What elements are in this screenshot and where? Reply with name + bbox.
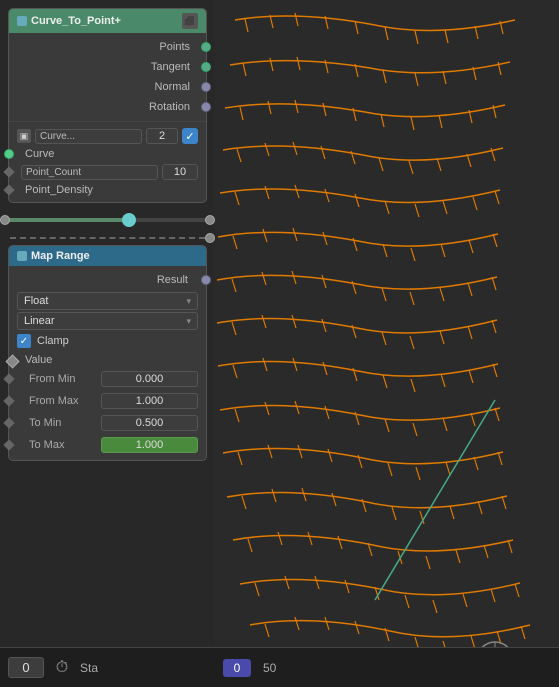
value-label: Value — [25, 354, 52, 366]
scrubber-fill — [0, 218, 129, 222]
output-points: Points — [9, 37, 206, 57]
value-section: Value — [9, 352, 206, 368]
from-max-row: From Max 1.000 — [9, 390, 206, 412]
from-max-socket — [3, 395, 14, 406]
to-max-socket — [3, 439, 14, 450]
field-icon: ▣ — [17, 129, 31, 143]
linear-arrow: ▾ — [186, 316, 191, 327]
timer-icon[interactable]: ⏱ — [52, 658, 72, 678]
curve-socket-row: Curve — [9, 146, 206, 162]
end-frame[interactable]: 0 — [223, 659, 251, 677]
to-min-socket — [3, 417, 14, 428]
timeline-right: 0 50 — [215, 659, 559, 677]
3d-viewport[interactable] — [215, 0, 559, 647]
rotation-label: Rotation — [149, 101, 190, 113]
output-tangent: Tangent — [9, 57, 206, 77]
wire-connection-right — [205, 215, 215, 225]
tangent-label: Tangent — [151, 61, 190, 73]
dashed-wire — [0, 237, 215, 239]
point-count-row: Point_Count 10 — [9, 162, 206, 182]
scrubber-handle[interactable] — [122, 213, 136, 227]
from-min-value[interactable]: 0.000 — [101, 371, 198, 387]
clamp-label: Clamp — [37, 335, 69, 347]
timeline-left: 0 ⏱ Sta — [0, 657, 215, 678]
from-min-row: From Min 0.000 — [9, 368, 206, 390]
points-label: Points — [159, 41, 190, 53]
point-count-btn[interactable]: Point_Count — [21, 165, 158, 180]
to-max-row: To Max 1.000 — [9, 434, 206, 456]
node-header[interactable]: Curve_To_Point+ ⬛ — [9, 9, 206, 33]
from-min-socket — [3, 373, 14, 384]
from-max-label: From Max — [29, 395, 97, 407]
map-range-node: Map Range Result Float ▾ Linear ▾ ✓ Clam… — [8, 245, 207, 461]
points-socket[interactable] — [201, 42, 211, 52]
tangent-socket[interactable] — [201, 62, 211, 72]
point-density-row: Point_Density — [9, 182, 206, 198]
curve-dropdown[interactable]: Curve... — [35, 129, 142, 144]
to-max-label: To Max — [29, 439, 97, 451]
timeline-strip: 0 ⏱ Sta 0 50 — [0, 647, 559, 687]
point-count-value[interactable]: 10 — [162, 164, 198, 180]
node-body: Points Tangent Normal Rotation ▣ Curve..… — [9, 33, 206, 202]
point-density-socket — [3, 184, 14, 195]
field-number[interactable]: 2 — [146, 128, 178, 144]
end-frame-value: 50 — [263, 661, 276, 675]
check-icon[interactable]: ✓ — [182, 128, 198, 144]
normal-socket[interactable] — [201, 82, 211, 92]
curve-input-socket[interactable] — [4, 149, 14, 159]
linear-dropdown[interactable]: Linear ▾ — [17, 312, 198, 330]
wire-connection-left — [0, 215, 10, 225]
map-range-title: Map Range — [31, 250, 90, 262]
from-min-label: From Min — [29, 373, 97, 385]
to-min-row: To Min 0.500 — [9, 412, 206, 434]
left-panel: Curve_To_Point+ ⬛ Points Tangent Normal … — [0, 0, 215, 647]
float-arrow: ▾ — [186, 296, 191, 307]
scrubber-container[interactable] — [0, 209, 215, 231]
from-max-value[interactable]: 1.000 — [101, 393, 198, 409]
start-label: Sta — [80, 661, 98, 675]
node-icon: ⬛ — [182, 13, 198, 29]
to-min-value[interactable]: 0.500 — [101, 415, 198, 431]
value-socket — [5, 354, 19, 368]
clamp-row[interactable]: ✓ Clamp — [9, 332, 206, 350]
output-rotation: Rotation — [9, 97, 206, 117]
to-min-label: To Min — [29, 417, 97, 429]
clamp-checkbox[interactable]: ✓ — [17, 334, 31, 348]
map-range-collapse[interactable] — [17, 251, 27, 261]
rotation-socket[interactable] — [201, 102, 211, 112]
point-count-socket — [3, 166, 14, 177]
normal-label: Normal — [155, 81, 190, 93]
point-density-label: Point_Density — [25, 184, 93, 196]
map-range-body: Result Float ▾ Linear ▾ ✓ Clamp Value — [9, 266, 206, 460]
map-range-header[interactable]: Map Range — [9, 246, 206, 266]
wire-end-right — [205, 233, 215, 243]
to-max-value[interactable]: 1.000 — [101, 437, 198, 453]
curve-to-point-node: Curve_To_Point+ ⬛ Points Tangent Normal … — [8, 8, 207, 203]
result-row: Result — [9, 270, 206, 290]
result-socket[interactable] — [201, 275, 211, 285]
curve-field-row: ▣ Curve... 2 ✓ — [9, 126, 206, 146]
linear-label: Linear — [24, 315, 55, 327]
float-label: Float — [24, 295, 48, 307]
result-label: Result — [157, 274, 188, 286]
node-collapse-toggle[interactable] — [17, 16, 27, 26]
current-frame[interactable]: 0 — [8, 657, 44, 678]
output-normal: Normal — [9, 77, 206, 97]
node-title: Curve_To_Point+ — [31, 15, 121, 27]
float-dropdown[interactable]: Float ▾ — [17, 292, 198, 310]
curve-label: Curve — [25, 148, 54, 160]
